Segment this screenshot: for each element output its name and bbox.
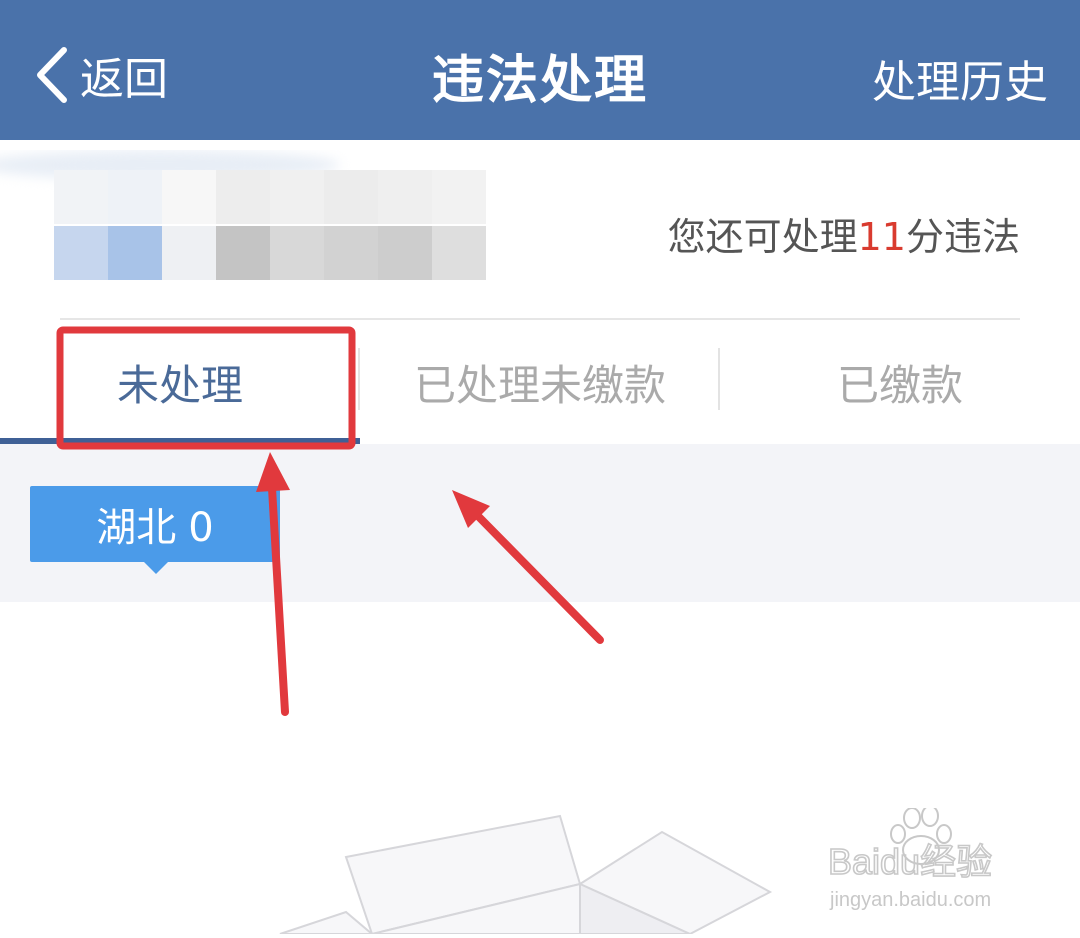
tab-unprocessed[interactable]: 未处理 <box>0 320 360 444</box>
violation-info-panel: 您还可处理11分违法 <box>0 140 1080 318</box>
region-filter-bar: 湖北 0 <box>0 444 1080 602</box>
baidu-watermark: Baidu经验 jingyan.baidu.com <box>826 805 1046 918</box>
tab-paid[interactable]: 已缴款 <box>720 320 1080 444</box>
points-value: 11 <box>857 215 906 259</box>
chip-pointer <box>144 562 168 574</box>
top-nav-bar: 返回 违法处理 处理历史 <box>0 0 1080 140</box>
baidu-paw-logo: Baidu经验 jingyan.baidu.com <box>827 805 993 911</box>
remaining-points-text: 您还可处理11分违法 <box>668 206 1020 261</box>
watermark-url: jingyan.baidu.com <box>829 889 991 911</box>
status-tabs: 未处理 已处理未缴款 已缴款 <box>0 320 1080 444</box>
region-count: 0 <box>188 505 214 551</box>
history-button[interactable]: 处理历史 <box>872 46 1048 110</box>
region-name: 湖北 <box>96 505 177 551</box>
points-suffix: 分违法 <box>905 215 1020 259</box>
region-chip-hubei[interactable]: 湖北 0 <box>30 486 280 574</box>
tab-processed-unpaid[interactable]: 已处理未缴款 <box>360 320 720 444</box>
points-prefix: 您还可处理 <box>667 215 858 259</box>
blurred-plate-image <box>0 150 620 310</box>
watermark-brand: Baidu经验 <box>828 841 992 882</box>
